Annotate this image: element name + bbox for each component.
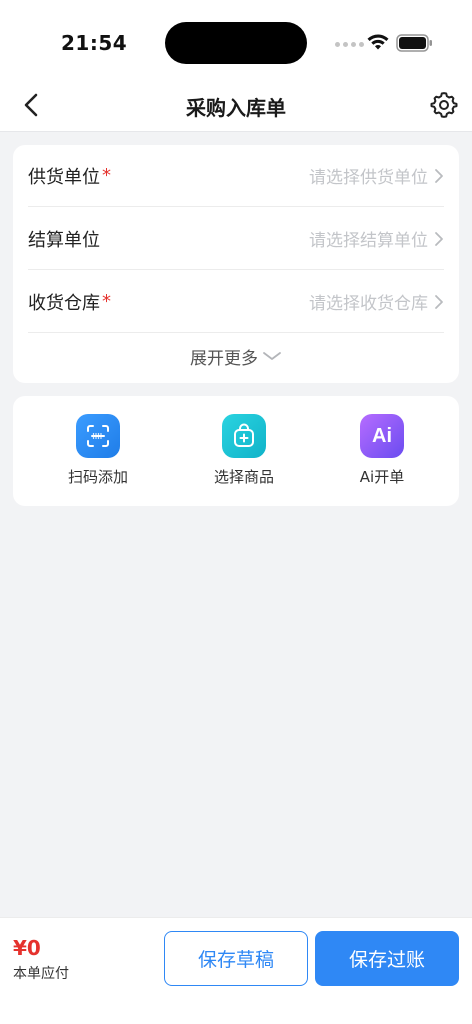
status-time: 21:54 — [61, 31, 128, 55]
ai-order-label: Ai开单 — [359, 468, 405, 486]
bottom-action-bar: ¥0 本单应付 保存草稿 保存过账 — [0, 917, 472, 1024]
required-mark: * — [102, 165, 111, 186]
chevron-right-icon — [435, 168, 443, 183]
scan-add-button[interactable]: 扫码添加 — [38, 414, 158, 487]
payable-amount-label: 本单应付 — [13, 966, 69, 982]
dynamic-island — [165, 22, 307, 64]
save-draft-button[interactable]: 保存草稿 — [164, 931, 308, 986]
supplier-row[interactable]: 供货单位 * 请选择供货单位 — [28, 145, 444, 207]
expand-more-label: 展开更多 — [190, 348, 258, 369]
supplier-placeholder: 请选择供货单位 — [309, 168, 428, 188]
chevron-down-icon — [263, 352, 281, 360]
wifi-icon — [367, 34, 389, 50]
warehouse-placeholder: 请选择收货仓库 — [309, 294, 428, 314]
cellular-signal-icon — [335, 42, 364, 47]
form-card: 供货单位 * 请选择供货单位 结算单位 请选择结算单位 收货仓库 * 请选择收货… — [13, 145, 459, 383]
select-goods-label: 选择商品 — [213, 468, 274, 486]
select-goods-button[interactable]: 选择商品 — [184, 414, 304, 487]
gear-icon[interactable] — [430, 91, 458, 119]
expand-more-button[interactable]: 展开更多 — [13, 341, 459, 371]
purchase-inbound-page: 21:54 采购入库单 供货单位 * 请选择供货单位 结算单位 请选择结算单位 … — [0, 0, 472, 1024]
settlement-row[interactable]: 结算单位 请选择结算单位 — [28, 208, 444, 270]
required-mark: * — [102, 291, 111, 312]
navigation-bar: 采购入库单 — [0, 80, 472, 132]
ai-order-button[interactable]: Ai Ai开单 — [322, 414, 442, 487]
scan-add-label: 扫码添加 — [67, 468, 128, 486]
settlement-placeholder: 请选择结算单位 — [309, 231, 428, 251]
page-title: 采购入库单 — [186, 96, 286, 120]
chevron-right-icon — [435, 294, 443, 309]
chevron-right-icon — [435, 231, 443, 246]
status-bar: 21:54 — [0, 0, 472, 80]
warehouse-row[interactable]: 收货仓库 * 请选择收货仓库 — [28, 271, 444, 333]
save-post-button[interactable]: 保存过账 — [315, 931, 459, 986]
quick-actions-card: 扫码添加 选择商品 Ai Ai开单 — [13, 396, 459, 506]
ai-icon: Ai — [360, 414, 404, 458]
scan-icon — [76, 414, 120, 458]
warehouse-label: 收货仓库 — [28, 292, 100, 314]
supplier-label: 供货单位 — [28, 166, 100, 188]
settlement-label: 结算单位 — [28, 229, 100, 251]
payable-amount: ¥0 — [13, 936, 41, 960]
shopping-bag-icon — [222, 414, 266, 458]
battery-icon — [396, 34, 432, 52]
